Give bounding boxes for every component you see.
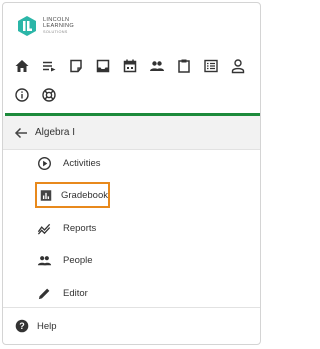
logo: LINCOLN LEARNING SOLUTIONS — [16, 15, 74, 37]
inbox-icon — [96, 59, 109, 73]
pencil-icon — [38, 288, 50, 299]
nav-item-label: People — [63, 254, 93, 266]
home-icon — [15, 60, 28, 72]
nav-item-activities[interactable]: Activities — [37, 151, 237, 175]
activities-list-button[interactable] — [35, 55, 62, 77]
play-circle-icon — [38, 156, 51, 170]
info-button[interactable] — [8, 84, 35, 106]
svg-text:?: ? — [19, 321, 25, 331]
checklist-button[interactable] — [197, 55, 224, 77]
back-arrow-icon[interactable] — [14, 126, 28, 140]
lifebuoy-icon — [41, 88, 56, 102]
info-icon — [14, 88, 29, 102]
gradebook-icon — [40, 189, 52, 201]
logo-line3: SOLUTIONS — [43, 30, 68, 34]
help-icon: ? — [15, 319, 29, 333]
checklist-icon — [203, 59, 218, 73]
nav-item-label: Editor — [63, 287, 88, 299]
course-header[interactable]: Algebra I — [3, 116, 260, 150]
notes-button[interactable] — [62, 55, 89, 77]
lincoln-logo-icon — [18, 16, 36, 36]
logo-text: LINCOLN LEARNING SOLUTIONS — [43, 17, 74, 35]
calendar-icon — [123, 59, 136, 73]
reports-icon — [37, 223, 51, 235]
home-button[interactable] — [8, 55, 35, 77]
clipboard-icon — [177, 59, 190, 73]
profile-button[interactable] — [224, 55, 251, 77]
calendar-button[interactable] — [116, 55, 143, 77]
toolbar-row-1 — [3, 55, 251, 77]
note-icon — [69, 59, 82, 73]
people-icon — [37, 255, 52, 265]
toolbar-row-2 — [3, 84, 62, 106]
support-button[interactable] — [35, 84, 62, 106]
help-footer[interactable]: ? Help — [3, 307, 260, 344]
people-button[interactable] — [143, 55, 170, 77]
nav-item-reports[interactable]: Reports — [37, 216, 237, 240]
assignments-button[interactable] — [170, 55, 197, 77]
people-icon — [149, 61, 164, 71]
inbox-button[interactable] — [89, 55, 116, 77]
nav-item-label: Reports — [63, 222, 97, 234]
course-title: Algebra I — [35, 127, 76, 138]
nav-item-gradebook[interactable]: Gradebook — [35, 182, 110, 208]
person-icon — [231, 59, 244, 74]
nav-item-label: Activities — [63, 157, 101, 169]
app-panel: LINCOLN LEARNING SOLUTIONS Algebra I Act… — [2, 2, 261, 345]
nav-item-people[interactable]: People — [37, 248, 237, 272]
nav-item-label: Gradebook — [60, 189, 108, 201]
list-arrow-icon — [42, 61, 55, 72]
nav-item-editor[interactable]: Editor — [37, 281, 237, 305]
help-label: Help — [37, 320, 57, 332]
